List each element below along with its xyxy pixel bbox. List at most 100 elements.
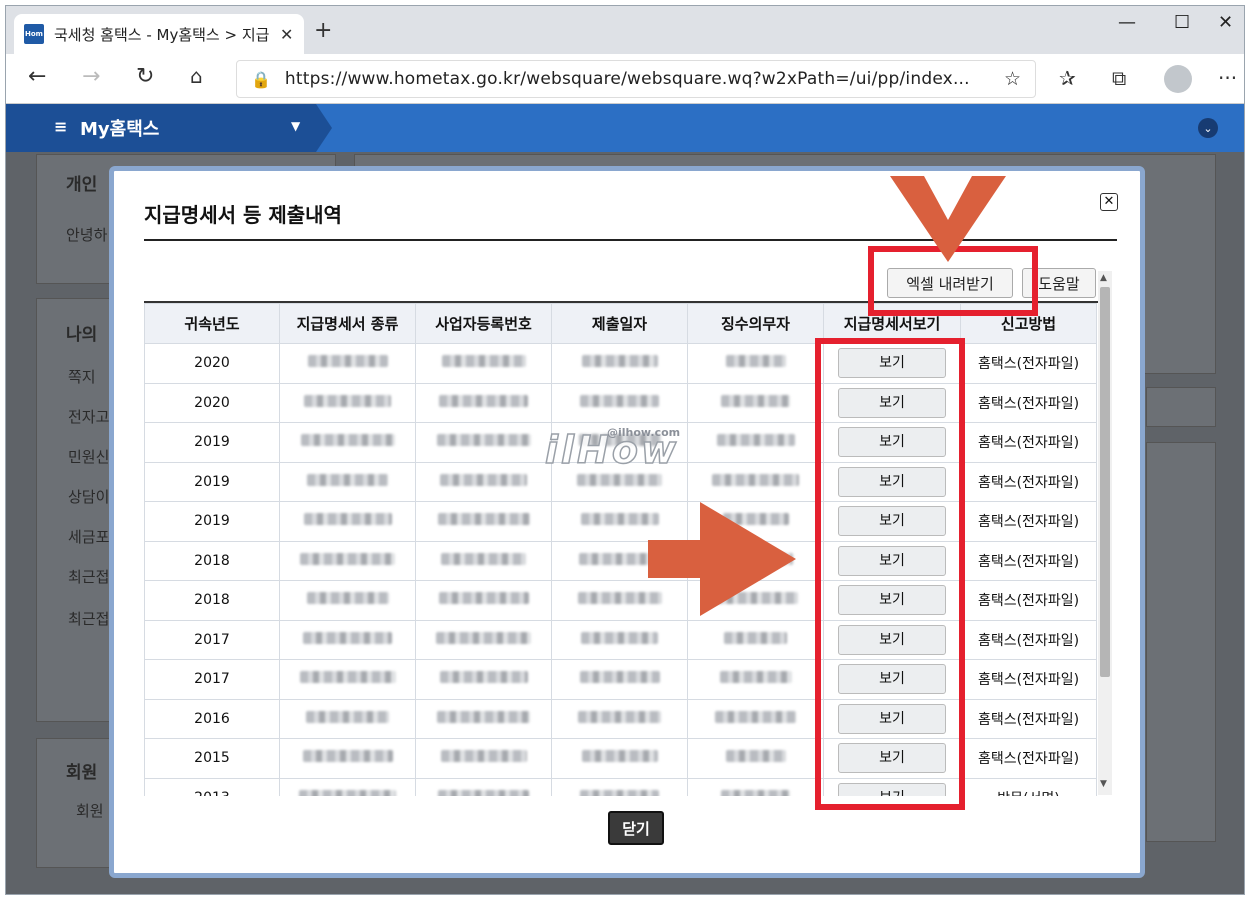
table-row: 2017 보기 홈택스(전자파일) (144, 659, 1097, 700)
view-button[interactable]: 보기 (838, 427, 946, 458)
year-cell-text: 2017 (194, 671, 230, 688)
view-button[interactable]: 보기 (838, 348, 946, 379)
browser-tab[interactable]: Hom 국세청 홈택스 - My홈택스 > 지급 ✕ (14, 14, 304, 54)
column-header: 지급명세서 종류 (279, 303, 416, 344)
date-cell (551, 343, 688, 384)
year-cell-text: 2020 (194, 355, 230, 372)
forward-icon[interactable]: → (82, 64, 100, 89)
hamburger-icon[interactable]: ≡ (54, 117, 67, 136)
table-row: 2019 보기 홈택스(전자파일) (144, 501, 1097, 542)
tab-close-icon[interactable]: ✕ (280, 25, 293, 44)
view-button[interactable]: 보기 (838, 387, 946, 418)
scroll-down-icon[interactable]: ▼ (1100, 779, 1107, 789)
bg-label: 회원 (76, 802, 104, 820)
bg-label: 상담이 (68, 488, 110, 506)
bg-card-side (1146, 387, 1216, 427)
year-cell: 2019 (144, 501, 280, 542)
year-cell-text: 2015 (194, 750, 230, 767)
payer-cell (687, 659, 824, 700)
view-cell: 보기 (823, 382, 961, 423)
view-button[interactable]: 보기 (838, 624, 946, 655)
method-cell-text: 홈택스(전자파일) (977, 751, 1080, 768)
view-button[interactable]: 보기 (838, 703, 946, 734)
bizno-cell (415, 461, 552, 502)
redacted-value (721, 789, 790, 796)
redacted-value (712, 473, 799, 486)
profile-avatar[interactable] (1164, 65, 1192, 93)
close-button[interactable]: 닫기 (608, 811, 664, 845)
close-window-icon[interactable]: ✕ (1218, 12, 1233, 33)
home-icon[interactable]: ⌂ (190, 64, 203, 88)
redacted-value (437, 513, 530, 526)
view-button[interactable]: 보기 (838, 664, 946, 695)
year-cell-text: 2020 (194, 394, 230, 411)
view-cell: 보기 (823, 501, 961, 542)
view-cell: 보기 (823, 777, 961, 796)
hometax-favicon-icon: Hom (24, 24, 44, 44)
bizno-cell (415, 738, 552, 779)
bg-label: 민원신 (68, 448, 110, 466)
payer-cell (687, 382, 824, 423)
maximize-icon[interactable]: ☐ (1174, 12, 1190, 33)
my-hometax-menu[interactable]: ≡ My홈택스 ▼ (6, 104, 316, 152)
type-cell (279, 738, 416, 779)
minimize-icon[interactable]: — (1118, 12, 1136, 33)
bg-label: 쪽지 (68, 368, 96, 386)
method-cell: 방문(서면) (960, 777, 1097, 796)
close-icon[interactable]: ✕ (1100, 193, 1118, 211)
back-icon[interactable]: ← (28, 64, 46, 89)
more-menu-icon[interactable]: ··· (1218, 66, 1237, 90)
redacted-value (306, 592, 389, 605)
excel-download-button[interactable]: 엑셀 내려받기 (887, 268, 1013, 298)
bizno-cell (415, 382, 552, 423)
lock-icon: 🔒 (251, 69, 271, 89)
help-button[interactable]: 도움말 (1022, 268, 1096, 298)
year-cell-text: 2016 (194, 710, 230, 727)
redacted-value (299, 789, 396, 796)
scroll-up-icon[interactable]: ▲ (1100, 273, 1107, 283)
view-cell: 보기 (823, 580, 961, 621)
view-button[interactable]: 보기 (838, 743, 946, 774)
refresh-icon[interactable]: ↻ (136, 64, 154, 89)
year-cell-text: 2019 (194, 473, 230, 490)
view-button[interactable]: 보기 (838, 545, 946, 576)
view-button[interactable]: 보기 (838, 782, 946, 796)
bg-label: 회원 (66, 763, 98, 783)
collections-icon[interactable]: ⧉ (1112, 66, 1126, 90)
table-row: 2015 보기 홈택스(전자파일) (144, 738, 1097, 779)
down-arrow-annotation-icon (890, 176, 1006, 262)
redacted-value (715, 710, 796, 723)
year-cell: 2018 (144, 580, 280, 621)
right-arrow-annotation-icon (648, 502, 796, 616)
year-cell-text: 2018 (194, 552, 230, 569)
view-button[interactable]: 보기 (838, 466, 946, 497)
favorite-star-icon[interactable]: ☆ (1004, 68, 1021, 90)
redacted-value (438, 789, 529, 796)
new-tab-icon[interactable]: + (314, 18, 332, 43)
table-row: 2017 보기 홈택스(전자파일) (144, 619, 1097, 660)
year-cell-text: 2013 (194, 790, 230, 796)
redacted-value (300, 552, 395, 565)
type-cell (279, 659, 416, 700)
scroll-thumb[interactable] (1100, 287, 1110, 677)
redacted-value (436, 434, 531, 447)
method-cell-text: 홈택스(전자파일) (977, 553, 1080, 570)
url-field[interactable]: 🔒 https://www.hometax.go.kr/websquare/we… (236, 60, 1036, 98)
chevron-down-icon[interactable]: ⌄ (1198, 118, 1218, 138)
bizno-cell (415, 422, 552, 463)
dropdown-arrow-icon[interactable]: ▼ (291, 119, 300, 133)
bizno-cell (415, 540, 552, 581)
method-cell: 홈택스(전자파일) (960, 422, 1097, 463)
method-cell-text: 홈택스(전자파일) (977, 593, 1080, 610)
table-scrollbar[interactable]: ▲ ▼ (1098, 271, 1112, 795)
type-cell (279, 777, 416, 796)
redacted-value (300, 434, 395, 447)
view-button[interactable]: 보기 (838, 585, 946, 616)
bizno-cell (415, 619, 552, 660)
method-cell-text: 홈택스(전자파일) (977, 632, 1080, 649)
favorites-list-icon[interactable]: ✰ (1059, 66, 1076, 90)
view-button[interactable]: 보기 (838, 506, 946, 537)
table-row: 2016 보기 홈택스(전자파일) (144, 698, 1097, 739)
type-cell (279, 422, 416, 463)
table-row: 2020 보기 홈택스(전자파일) (144, 343, 1097, 384)
